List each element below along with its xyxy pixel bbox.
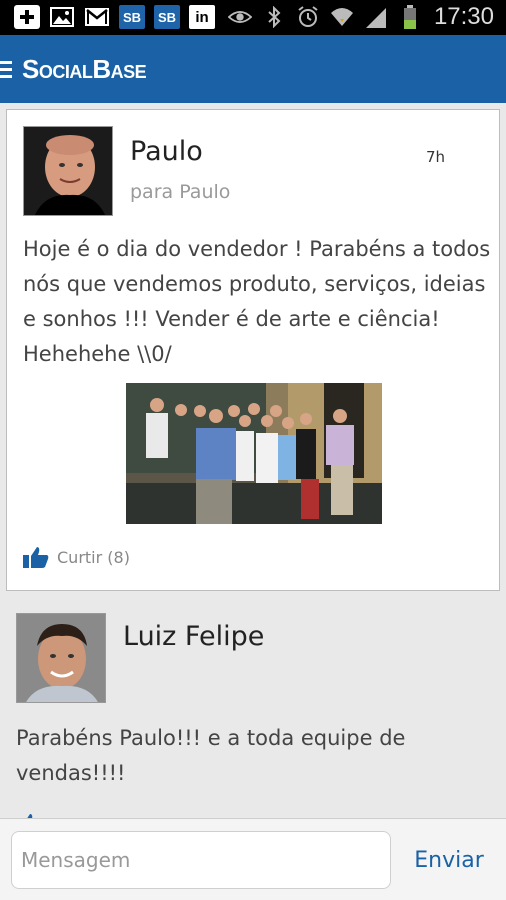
socialbase-icon: SB [119,5,145,29]
system-icons: 17:30 [227,3,494,31]
add-icon [14,5,40,29]
send-button[interactable]: Enviar [404,831,494,889]
clock: 17:30 [433,3,494,30]
avatar[interactable] [16,613,106,703]
post-photo[interactable] [126,383,382,524]
status-bar: SB SB in 17:30 [0,0,506,35]
bluetooth-icon [262,4,286,30]
menu-icon[interactable] [0,60,14,78]
image-icon [49,5,75,29]
message-input[interactable] [11,831,391,889]
thumbs-up-icon [23,547,49,568]
post-card: Paulo para Paulo 7h Hoje é o dia do vend… [6,109,500,591]
composer: Enviar [0,818,506,900]
feed[interactable]: Paulo para Paulo 7h Hoje é o dia do vend… [0,103,506,818]
like-label: Curtir (8) [57,547,130,567]
linkedin-icon: in [189,5,215,29]
battery-icon [398,4,422,30]
post-text: Hoje é o dia do vendedor ! Parabéns a to… [23,237,491,366]
post-recipient[interactable]: para Paulo [130,181,230,203]
post-author[interactable]: Paulo [130,136,203,167]
app-bar: SocialBase [0,35,506,103]
comment-author[interactable]: Luiz Felipe [123,621,264,652]
alarm-icon [296,4,320,30]
comment-card: Luiz Felipe Parabéns Paulo!!! e a toda e… [0,593,506,818]
avatar[interactable] [23,126,113,216]
eye-icon [227,4,252,30]
app-title[interactable]: SocialBase [22,54,147,85]
comment-text: Parabéns Paulo!!! e a toda equipe de ven… [16,726,406,785]
signal-icon [364,4,388,30]
socialbase-icon: SB [154,5,180,29]
gmail-icon [84,5,110,29]
wifi-icon [330,4,354,30]
like-button[interactable]: Curtir (8) [23,546,130,568]
notification-icons: SB SB in [14,5,215,29]
post-time: 7h [426,148,446,166]
